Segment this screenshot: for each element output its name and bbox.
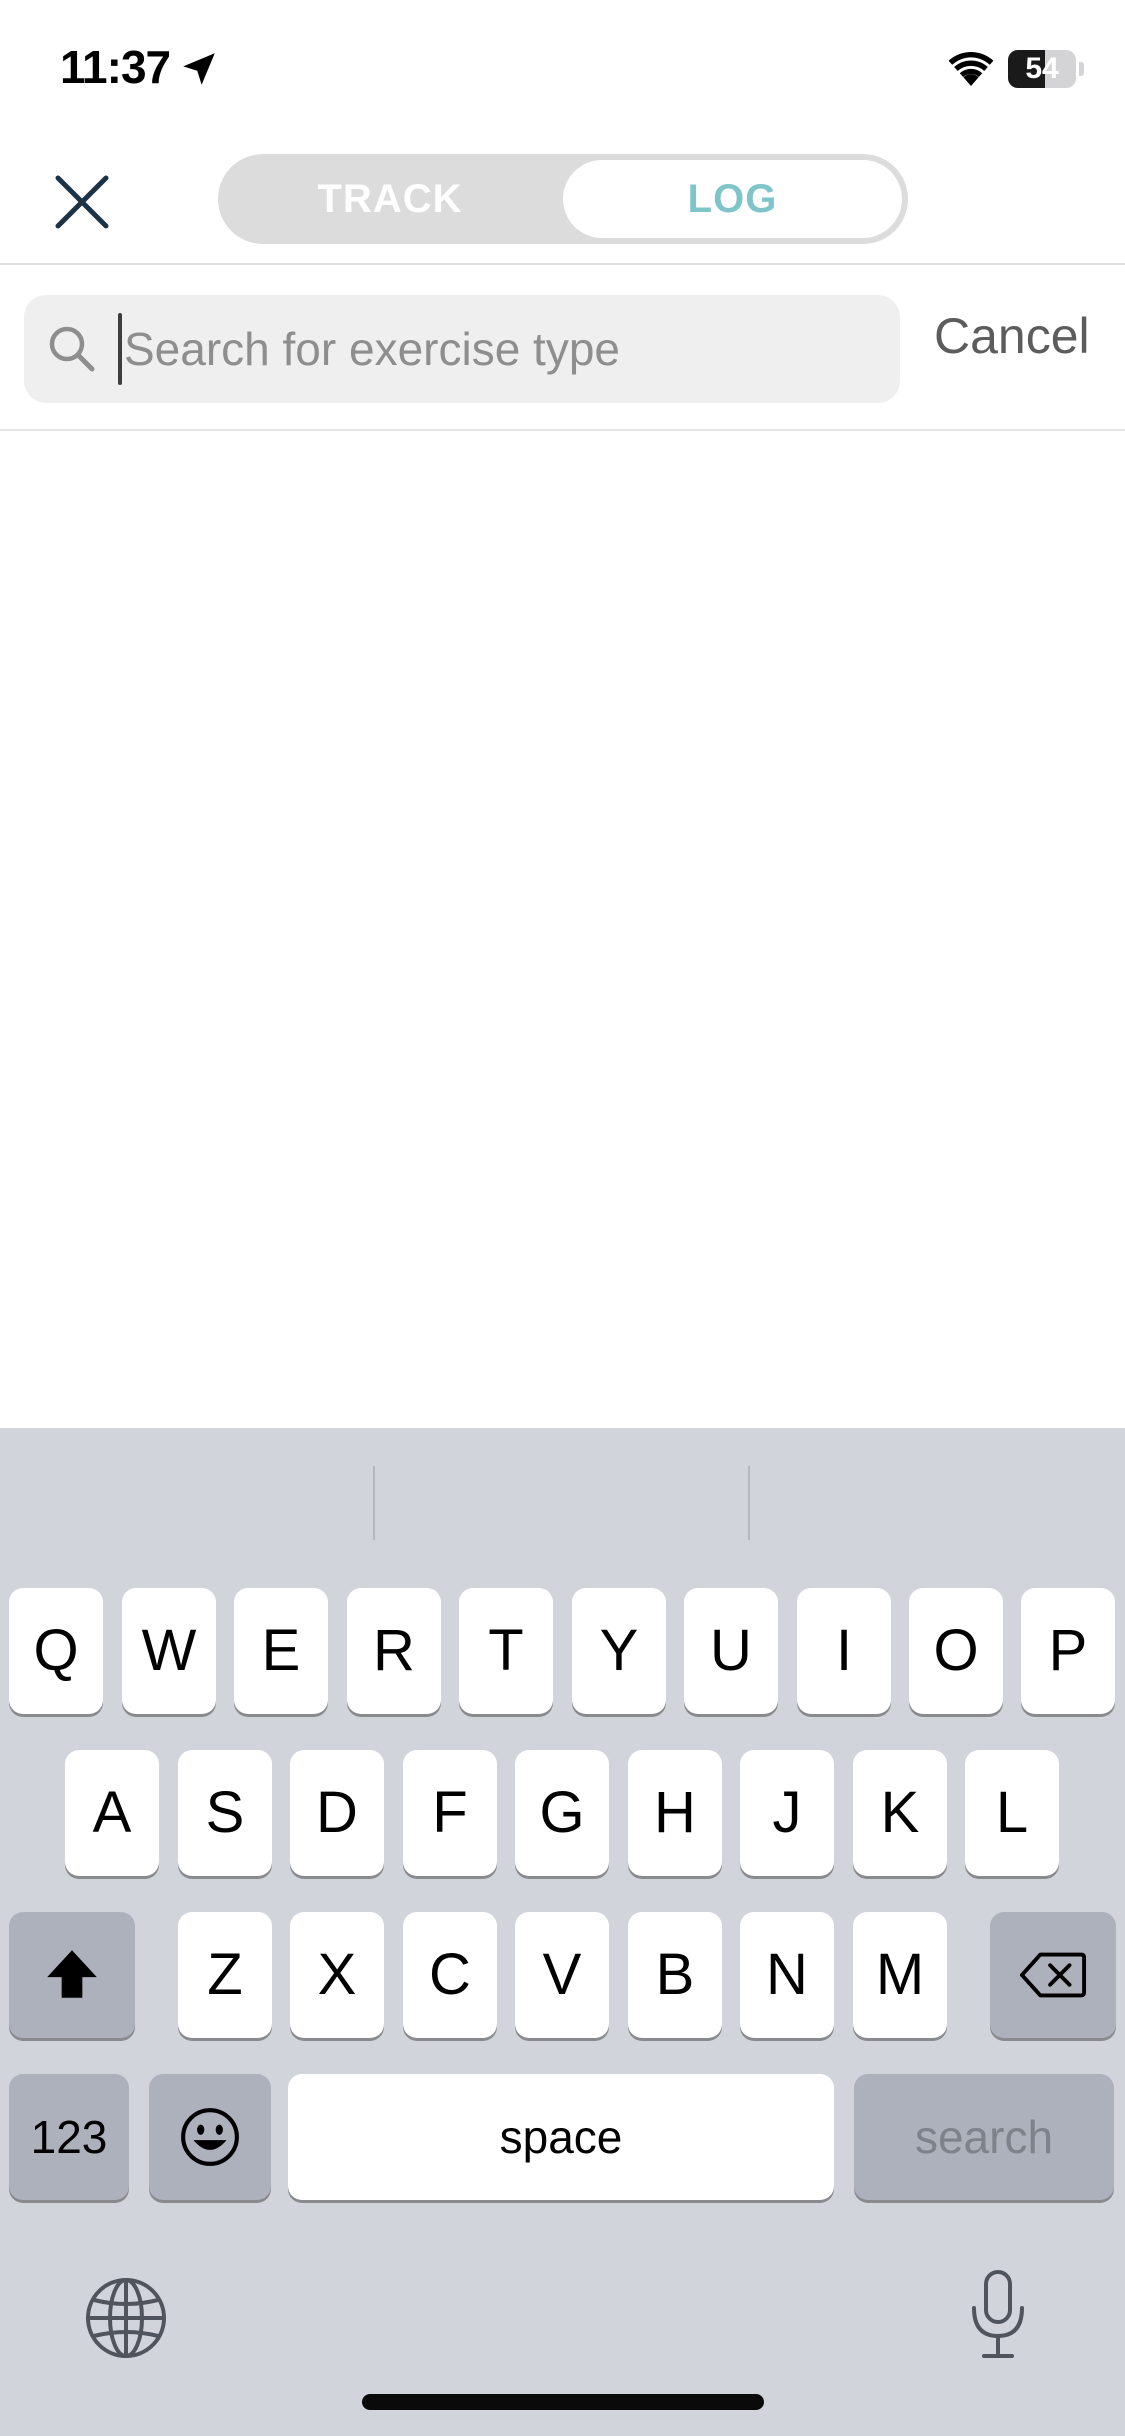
battery-cap: [1079, 62, 1084, 76]
key-h[interactable]: H: [628, 1750, 722, 1876]
key-x[interactable]: X: [290, 1912, 384, 2038]
status-time: 11:37: [60, 41, 171, 93]
shift-icon: [47, 1950, 97, 1998]
backspace-icon: [1019, 1952, 1087, 1998]
globe-icon[interactable]: [84, 2276, 168, 2360]
key-l[interactable]: L: [965, 1750, 1059, 1876]
search-icon: [49, 326, 95, 372]
search-field[interactable]: [24, 295, 900, 403]
battery-indicator: 54: [1008, 50, 1084, 88]
search-key[interactable]: search: [854, 2074, 1114, 2200]
close-icon[interactable]: [50, 170, 114, 234]
key-p[interactable]: P: [1021, 1588, 1115, 1714]
search-input[interactable]: [124, 295, 884, 403]
status-bar: 11:37 54: [0, 0, 1125, 140]
key-k[interactable]: K: [853, 1750, 947, 1876]
key-g[interactable]: G: [515, 1750, 609, 1876]
suggestion-divider: [748, 1466, 750, 1540]
space-key[interactable]: space: [288, 2074, 834, 2200]
key-b[interactable]: B: [628, 1912, 722, 2038]
key-j[interactable]: J: [740, 1750, 834, 1876]
key-o[interactable]: O: [909, 1588, 1003, 1714]
key-z[interactable]: Z: [178, 1912, 272, 2038]
cancel-button[interactable]: Cancel: [934, 307, 1090, 365]
key-n[interactable]: N: [740, 1912, 834, 2038]
key-y[interactable]: Y: [572, 1588, 666, 1714]
microphone-icon[interactable]: [966, 2268, 1030, 2362]
key-v[interactable]: V: [515, 1912, 609, 2038]
backspace-key[interactable]: [990, 1912, 1116, 2038]
key-q[interactable]: Q: [9, 1588, 103, 1714]
emoji-icon: [181, 2108, 239, 2166]
exercise-search-screen: 11:37 54 TRACK LOG Search for exercise t…: [0, 0, 1125, 2436]
shift-key[interactable]: [9, 1912, 135, 2038]
key-w[interactable]: W: [122, 1588, 216, 1714]
battery-level: 54: [1025, 52, 1059, 85]
location-arrow-icon: [183, 53, 215, 85]
emoji-key[interactable]: [149, 2074, 271, 2200]
battery-body: 54: [1008, 50, 1076, 88]
text-cursor: [118, 313, 122, 385]
suggestion-divider: [373, 1466, 375, 1540]
key-f[interactable]: F: [403, 1750, 497, 1876]
numbers-key[interactable]: 123: [9, 2074, 129, 2200]
track-log-toggle: TRACK LOG: [218, 154, 908, 244]
keyboard: Q W E R T Y U I O P A S D F G H J K L Z …: [0, 1428, 1125, 2436]
key-s[interactable]: S: [178, 1750, 272, 1876]
key-r[interactable]: R: [347, 1588, 441, 1714]
key-a[interactable]: A: [65, 1750, 159, 1876]
key-u[interactable]: U: [684, 1588, 778, 1714]
key-t[interactable]: T: [459, 1588, 553, 1714]
key-d[interactable]: D: [290, 1750, 384, 1876]
home-indicator: [362, 2394, 764, 2410]
tab-log[interactable]: LOG: [563, 160, 902, 238]
key-c[interactable]: C: [403, 1912, 497, 2038]
tab-track[interactable]: TRACK: [224, 160, 556, 238]
key-e[interactable]: E: [234, 1588, 328, 1714]
key-i[interactable]: I: [797, 1588, 891, 1714]
key-m[interactable]: M: [853, 1912, 947, 2038]
wifi-icon: [948, 52, 994, 86]
search-bar: Cancel: [0, 267, 1125, 431]
header: TRACK LOG: [0, 140, 1125, 265]
